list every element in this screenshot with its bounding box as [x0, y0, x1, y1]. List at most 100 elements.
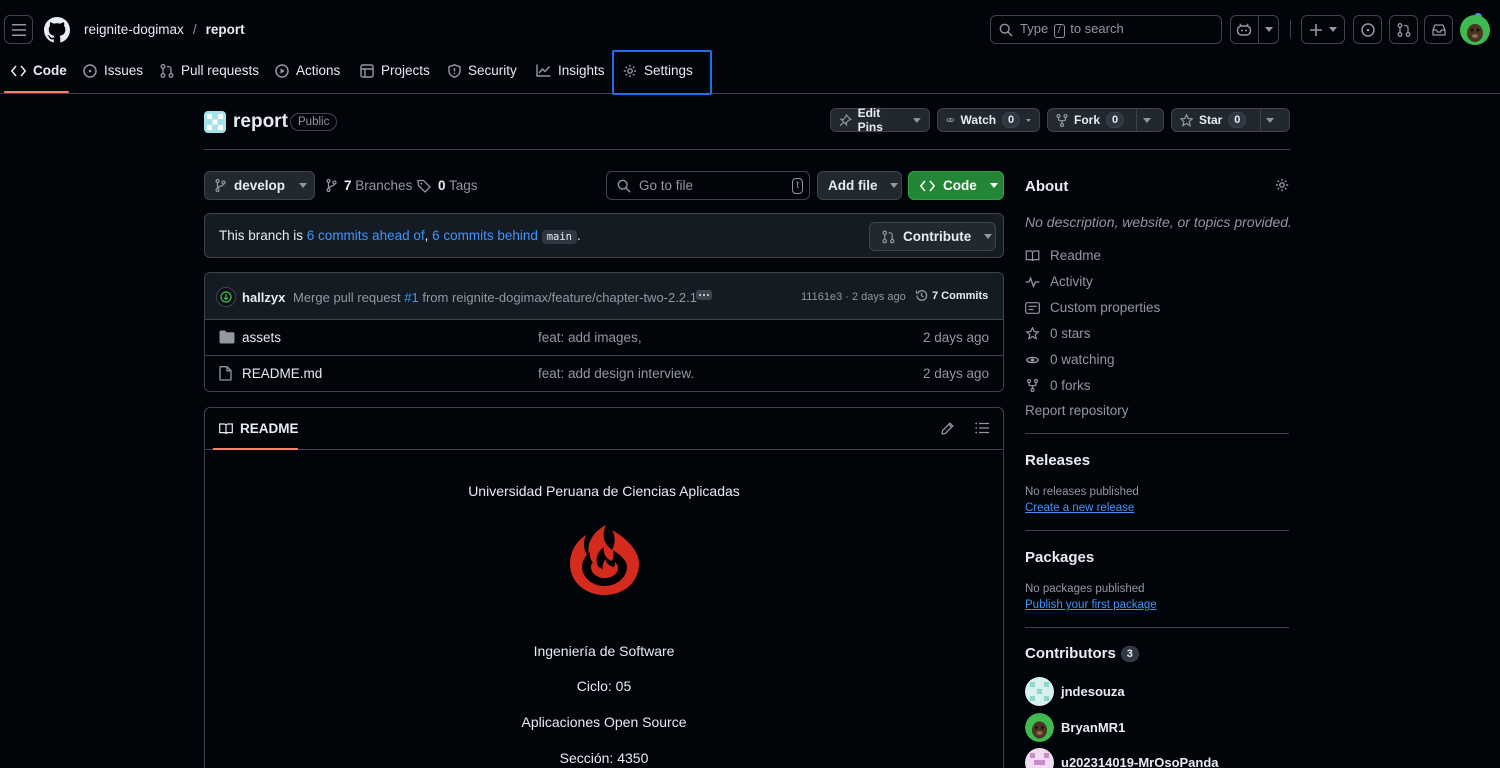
table-row[interactable]: assets feat: add images, 2 days ago [205, 320, 1003, 356]
avatar [1025, 677, 1054, 706]
search-input[interactable]: Type / to search [990, 15, 1222, 44]
tags-link[interactable]: 0 Tags [417, 178, 478, 193]
commits-ahead-link[interactable]: 6 commits ahead of [307, 228, 425, 243]
commit-author-avatar[interactable] [216, 287, 236, 307]
contributor-item[interactable]: u202314019-MrOsoPanda [1025, 748, 1219, 768]
chevron-down-icon [984, 234, 993, 239]
search-shortcut-key: / [1053, 24, 1065, 38]
copilot-icon [1236, 23, 1252, 36]
go-to-file-placeholder: Go to file [639, 178, 694, 193]
search-suffix: to search [1070, 21, 1124, 36]
tab-issues-label: Issues [104, 63, 144, 78]
file-name[interactable]: README.md [242, 366, 322, 381]
note-icon [1025, 301, 1040, 314]
readme-tab[interactable]: README [219, 421, 299, 436]
contributor-item[interactable]: jndesouza [1025, 677, 1125, 706]
readme-cycle: Ciclo: 05 [576, 678, 632, 694]
star-icon [1025, 327, 1040, 340]
branches-link[interactable]: 7 Branches [326, 178, 412, 193]
releases-empty: No releases published [1025, 486, 1139, 498]
edit-pins-label: Edit Pins [857, 106, 883, 134]
pull-requests-button[interactable] [1389, 15, 1418, 44]
commit-sha-time[interactable]: 11161e3 · 2 days ago [801, 291, 906, 303]
create-release-link[interactable]: Create a new release [1025, 502, 1134, 514]
packages-heading[interactable]: Packages [1025, 549, 1094, 566]
menu-button[interactable] [4, 15, 33, 44]
table-icon [360, 63, 374, 78]
fork-label: Fork [1074, 113, 1101, 127]
tab-code[interactable]: Code [11, 63, 67, 78]
go-to-file-input[interactable]: Go to file t [606, 171, 810, 200]
tab-security[interactable]: Security [448, 63, 517, 78]
releases-heading[interactable]: Releases [1025, 452, 1090, 469]
divider [204, 149, 1290, 150]
tab-settings[interactable]: Settings [623, 63, 693, 78]
tab-pull-requests[interactable]: Pull requests [160, 63, 259, 78]
code-button-label: Code [943, 178, 977, 193]
report-repository-link[interactable]: Report repository [1025, 403, 1129, 418]
tab-insights[interactable]: Insights [536, 63, 605, 78]
repo-title[interactable]: report [233, 111, 288, 133]
contributors-heading[interactable]: Contributors 3 [1025, 645, 1139, 662]
star-count: 0 [1228, 112, 1247, 128]
gear-icon [623, 64, 637, 77]
commits-history-link[interactable]: 7 Commits [915, 289, 988, 302]
sidebar-item-activity[interactable]: Activity [1025, 274, 1093, 289]
file-name[interactable]: assets [242, 330, 281, 345]
book-icon [1025, 249, 1040, 261]
report-repository-label: Report repository [1025, 403, 1129, 418]
avatar [1025, 713, 1054, 742]
pull-request-icon [882, 230, 895, 243]
tab-projects[interactable]: Projects [360, 63, 430, 78]
table-row[interactable]: README.md feat: add design interview. 2 … [205, 356, 1003, 391]
create-new-button[interactable] [1301, 15, 1345, 44]
publish-package-link[interactable]: Publish your first package [1025, 599, 1157, 611]
sidebar-item-readme[interactable]: Readme [1025, 248, 1101, 263]
add-file-button[interactable]: Add file [817, 171, 902, 200]
sidebar-item-watching[interactable]: 0 watching [1025, 352, 1115, 367]
watch-button[interactable]: Watch 0 [937, 108, 1040, 132]
chevron-down-icon[interactable] [1266, 117, 1275, 123]
sidebar-item-label: Custom properties [1050, 300, 1161, 315]
sidebar-item-stars[interactable]: 0 stars [1025, 326, 1091, 341]
commit-message-prefix[interactable]: Merge pull request [293, 290, 404, 305]
fork-button[interactable]: Fork 0 [1047, 108, 1164, 132]
file-commit-message[interactable]: feat: add images, [538, 330, 642, 345]
sidebar-item-label: 0 forks [1050, 378, 1091, 393]
code-icon [920, 180, 935, 191]
contributor-name: BryanMR1 [1061, 720, 1126, 735]
commits-behind-link[interactable]: 6 commits behind [432, 228, 538, 243]
commit-author[interactable]: hallzyx [242, 290, 285, 305]
readme-tab-label: README [240, 421, 299, 436]
inbox-button[interactable] [1424, 15, 1453, 44]
search-icon [617, 179, 631, 193]
pencil-icon[interactable] [941, 422, 954, 435]
sidebar-item-custom-properties[interactable]: Custom properties [1025, 300, 1160, 315]
tab-issues[interactable]: Issues [83, 63, 143, 78]
chevron-down-icon[interactable] [1143, 117, 1152, 123]
readme-university: Universidad Peruana de Ciencias Aplicada… [468, 483, 740, 499]
contribute-button[interactable]: Contribute [869, 222, 996, 251]
commit-message-suffix[interactable]: from reignite-dogimax/feature/chapter-tw… [419, 290, 697, 305]
owner-link[interactable]: reignite-dogimax [84, 22, 184, 37]
tab-actions[interactable]: Actions [275, 63, 340, 78]
branch-select[interactable]: develop [204, 171, 315, 200]
edit-pins-button[interactable]: Edit Pins [830, 106, 930, 134]
github-logo-icon[interactable] [44, 17, 70, 43]
gear-icon[interactable] [1275, 178, 1289, 192]
issues-button[interactable] [1353, 15, 1382, 44]
file-commit-message[interactable]: feat: add design interview. [538, 366, 694, 381]
sidebar-item-forks[interactable]: 0 forks [1025, 378, 1091, 393]
watch-label: Watch [960, 113, 997, 127]
repo-link[interactable]: report [206, 22, 245, 37]
user-avatar[interactable] [1460, 15, 1490, 45]
copilot-button[interactable] [1230, 15, 1279, 44]
contributor-item[interactable]: BryanMR1 [1025, 713, 1125, 742]
commit-pr-link[interactable]: #1 [404, 290, 418, 305]
shield-icon [448, 63, 461, 78]
code-button[interactable]: Code [908, 171, 1004, 200]
star-button[interactable]: Star 0 [1171, 108, 1290, 132]
list-icon[interactable] [975, 422, 989, 434]
repo-nav: Code Issues Pull requests Actions Projec… [0, 50, 1500, 95]
commit-expand-button[interactable] [696, 290, 712, 300]
